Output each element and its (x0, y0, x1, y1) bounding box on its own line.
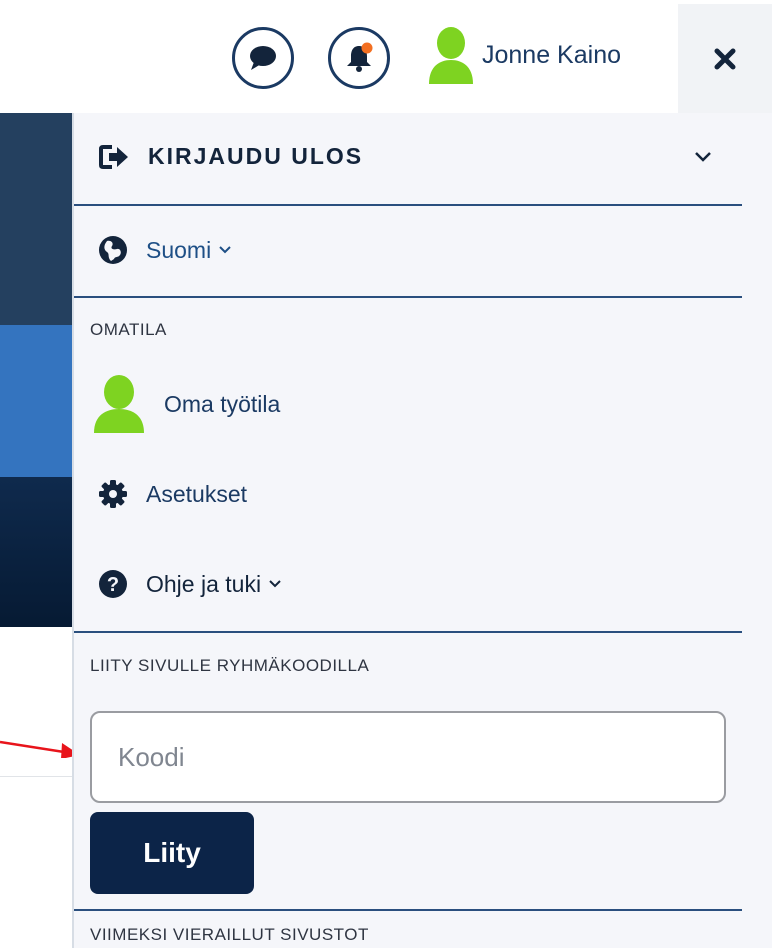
background-page-section (0, 325, 72, 477)
logout-icon (99, 144, 128, 169)
user-menu-drawer: KIRJAUDU ULOS Suomi OMATILA Oma työtila (72, 113, 772, 948)
menu-item-ohje-ja-tuki[interactable]: ? Ohje ja tuki (98, 569, 281, 599)
language-selector[interactable]: Suomi (98, 235, 231, 265)
user-menu-link[interactable]: Jonne Kaino (428, 20, 621, 90)
menu-item-label: Asetukset (146, 480, 247, 507)
divider (74, 909, 742, 911)
group-code-input[interactable] (90, 711, 726, 803)
menu-item-label: Ohje ja tuki (146, 570, 262, 597)
background-page-section (0, 113, 72, 325)
notification-dot (361, 42, 373, 54)
divider (74, 296, 742, 298)
recent-sites-title: VIIMEKSI VIERAILLUT SIVUSTOT (90, 925, 369, 944)
chevron-down-icon (695, 152, 711, 162)
logout-label: KIRJAUDU ULOS (148, 143, 364, 169)
svg-text:?: ? (107, 574, 119, 596)
background-page-section (0, 477, 72, 627)
top-header: Jonne Kaino (0, 0, 772, 113)
omatila-section-title: OMATILA (90, 320, 167, 339)
gear-icon (99, 480, 127, 508)
user-name: Jonne Kaino (482, 40, 622, 69)
logout-row[interactable]: KIRJAUDU ULOS (98, 143, 718, 170)
help-icon: ? (99, 570, 127, 598)
chevron-down-icon (269, 580, 281, 588)
close-x-icon (714, 48, 736, 69)
messages-button[interactable] (232, 27, 294, 89)
bell-icon (347, 42, 373, 72)
divider (74, 204, 742, 206)
menu-item-asetukset[interactable]: Asetukset (98, 479, 247, 509)
notifications-button[interactable] (328, 27, 390, 89)
chat-bubble-icon (250, 46, 276, 70)
menu-item-oma-tyotila[interactable]: Oma työtila (92, 375, 280, 433)
globe-icon (99, 236, 127, 264)
chevron-down-icon (219, 246, 231, 254)
language-label: Suomi (146, 236, 212, 263)
user-avatar-icon (429, 27, 473, 84)
background-divider (0, 776, 72, 777)
user-avatar-icon (94, 375, 144, 433)
join-section-title: LIITY SIVULLE RYHMÄKOODILLA (90, 656, 370, 675)
join-button[interactable]: Liity (90, 812, 254, 894)
menu-item-label: Oma työtila (164, 390, 281, 417)
close-menu-button[interactable] (678, 4, 772, 113)
divider (74, 631, 742, 633)
